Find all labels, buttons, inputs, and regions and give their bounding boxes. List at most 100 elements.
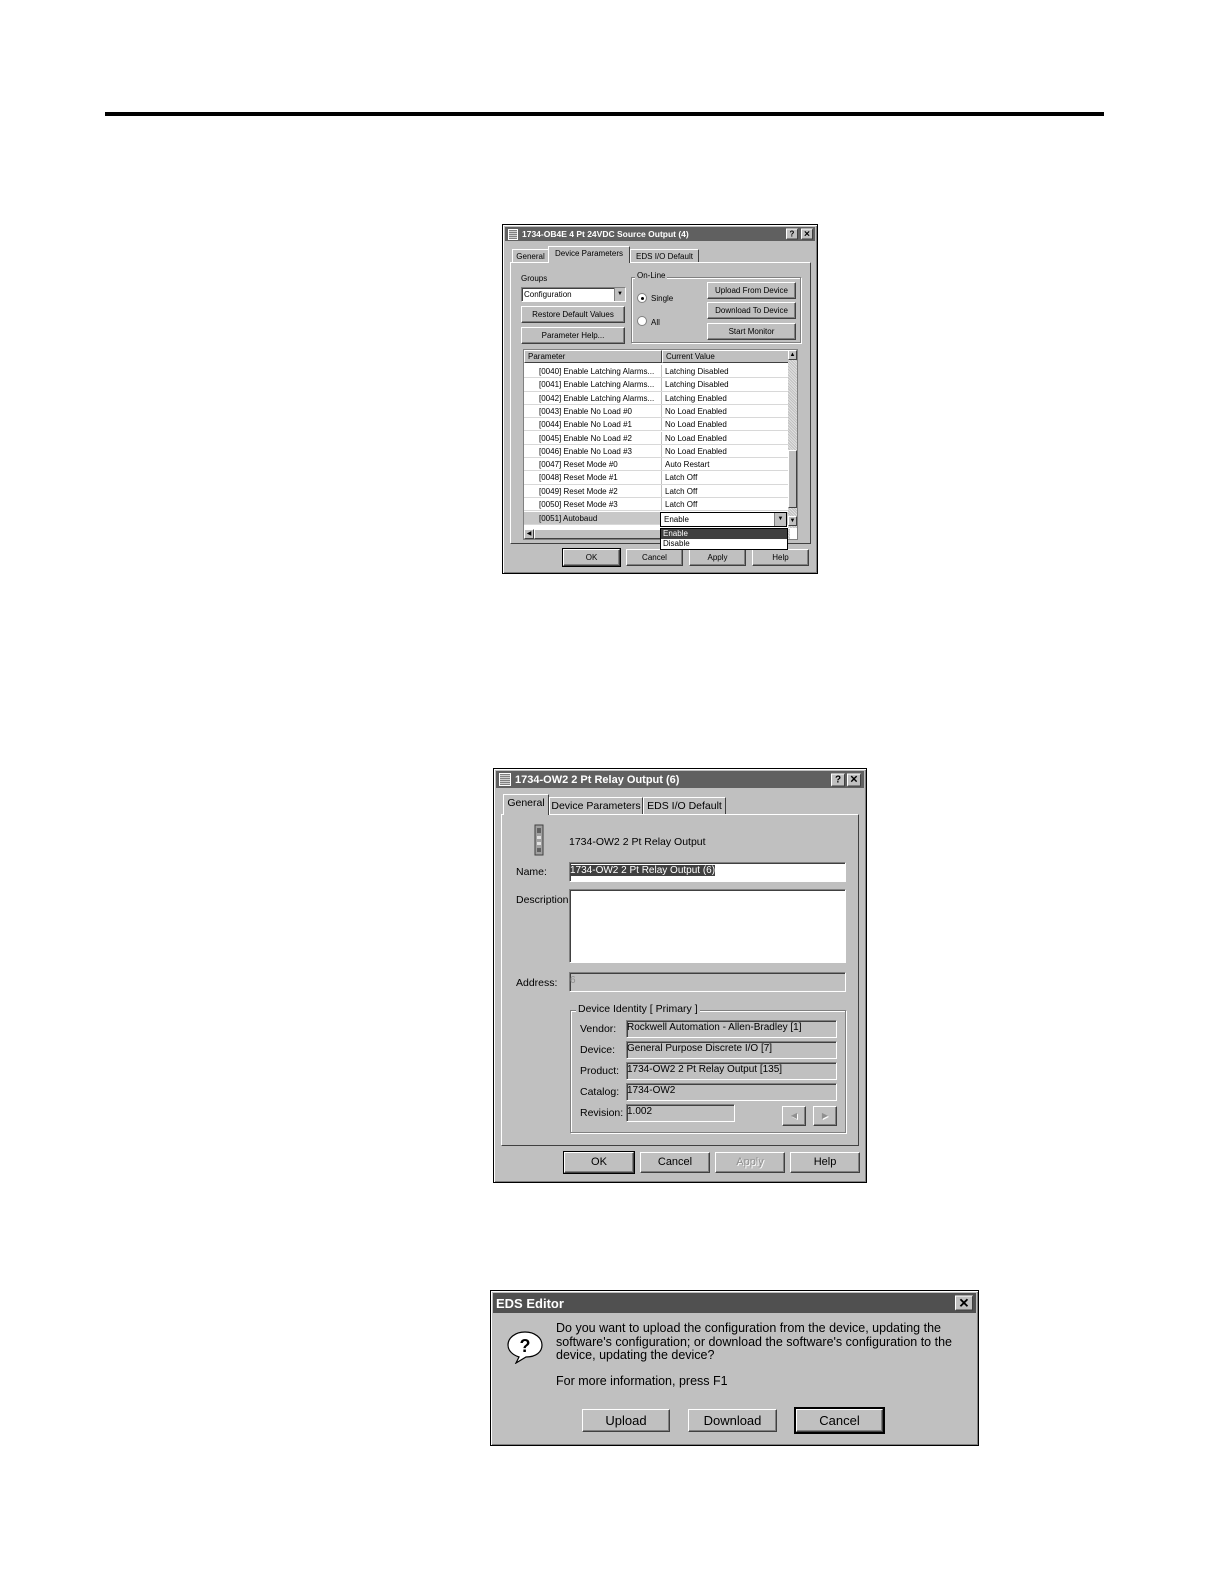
table-row[interactable]: [0043] Enable No Load #0 No Load Enabled (524, 404, 790, 419)
next-identity-icon[interactable]: ▶ (813, 1106, 837, 1126)
apply-button[interactable]: Apply (689, 549, 746, 566)
revision-field: 1.002 (626, 1104, 735, 1122)
scroll-down-icon[interactable]: ▼ (788, 516, 797, 526)
tab-device-parameters[interactable]: Device Parameters (549, 797, 643, 814)
param-cell: [0050] Reset Mode #3 (524, 498, 662, 511)
table-row[interactable]: [0047] Reset Mode #0 Auto Restart (524, 458, 790, 472)
value-cell[interactable]: No Load Enabled (662, 405, 790, 417)
param-cell: [0041] Enable Latching Alarms... (524, 378, 662, 391)
table-row[interactable]: [0048] Reset Mode #1 Latch Off (524, 471, 790, 485)
value-cell[interactable]: Latching Disabled (662, 378, 790, 390)
vendor-label: Vendor: (580, 1023, 617, 1035)
scroll-thumb[interactable] (788, 450, 797, 508)
context-help-button[interactable]: ? (831, 773, 845, 786)
title-bar: 1734-OB4E 4 Pt 24VDC Source Output (4) ?… (505, 227, 815, 241)
scroll-left-icon[interactable]: ◀ (524, 529, 534, 539)
name-field-value: 1734-OW2 2 Pt Relay Output (6) (570, 865, 716, 876)
tab-eds-io-default[interactable]: EDS I/O Default (643, 797, 726, 814)
start-monitor-button[interactable]: Start Monitor (707, 323, 796, 340)
column-header-parameter[interactable]: Parameter (524, 350, 662, 363)
value-dropdown-text: Enable (664, 515, 689, 524)
description-field[interactable] (569, 889, 846, 963)
groups-select[interactable]: Configuration ▼ (521, 287, 626, 302)
grid-header: Parameter Current Value (524, 350, 790, 363)
scroll-up-icon[interactable]: ▲ (788, 350, 797, 360)
table-row[interactable]: [0040] Enable Latching Alarms... Latching… (524, 365, 790, 379)
value-cell[interactable]: No Load Enabled (662, 418, 790, 430)
revision-label: Revision: (580, 1107, 624, 1119)
download-button[interactable]: Download (688, 1409, 777, 1432)
value-cell[interactable]: Latch Off (662, 498, 790, 510)
device-label: Device: (580, 1044, 616, 1056)
column-header-current-value[interactable]: Current Value (662, 350, 790, 363)
title-bar: 1734-OW2 2 Pt Relay Output (6) ? ✕ (496, 771, 864, 788)
table-row[interactable]: [0049] Reset Mode #2 Latch Off (524, 484, 790, 498)
close-button[interactable]: ✕ (955, 1295, 973, 1311)
tab-general[interactable]: General (503, 794, 549, 815)
cancel-button[interactable]: Cancel (640, 1152, 710, 1173)
radio-single-label: Single (651, 294, 674, 303)
value-cell[interactable]: Latch Off (662, 471, 790, 483)
param-cell: [0048] Reset Mode #1 (524, 471, 662, 484)
device-field: General Purpose Discrete I/O [7] (626, 1041, 837, 1059)
option-enable[interactable]: Enable (661, 529, 787, 539)
product-field: 1734-OW2 2 Pt Relay Output [135] (626, 1062, 837, 1080)
table-row[interactable]: [0045] Enable No Load #2 No Load Enabled (524, 431, 790, 445)
radio-single[interactable] (637, 293, 647, 303)
ok-button[interactable]: OK (562, 548, 621, 567)
param-cell: [0046] Enable No Load #3 (524, 444, 662, 458)
close-button[interactable]: ✕ (847, 773, 861, 786)
close-button[interactable]: ✕ (801, 228, 813, 240)
parameter-help-button[interactable]: Parameter Help... (521, 327, 625, 344)
vendor-field: Rockwell Automation - Allen-Bradley [1] (626, 1020, 837, 1038)
download-to-device-button[interactable]: Download To Device (707, 302, 796, 319)
value-cell[interactable]: Auto Restart (662, 458, 790, 470)
apply-button[interactable]: Apply (715, 1152, 785, 1173)
description-label: Description: (516, 894, 572, 906)
context-help-button[interactable]: ? (786, 228, 798, 240)
table-row[interactable]: [0046] Enable No Load #3 No Load Enabled (524, 444, 790, 459)
value-cell[interactable]: Latching Enabled (662, 392, 790, 404)
help-button[interactable]: Help (790, 1152, 860, 1173)
groups-select-value: Configuration (524, 290, 572, 299)
table-row[interactable]: [0050] Reset Mode #3 Latch Off (524, 498, 790, 512)
restore-defaults-button[interactable]: Restore Default Values (521, 306, 625, 323)
value-cell[interactable]: No Load Enabled (662, 432, 790, 444)
upload-button[interactable]: Upload (582, 1409, 670, 1432)
option-disable[interactable]: Disable (661, 539, 787, 549)
groups-label: Groups (521, 274, 548, 283)
chevron-down-icon[interactable]: ▼ (614, 288, 625, 301)
value-cell[interactable]: No Load Enabled (662, 445, 790, 457)
device-identity-title: Device Identity [ Primary ] (576, 1003, 700, 1015)
table-row[interactable]: [0042] Enable Latching Alarms... Latching… (524, 391, 790, 405)
catalog-field: 1734-OW2 (626, 1083, 837, 1101)
value-cell[interactable]: Latching Disabled (662, 365, 790, 377)
radio-all[interactable] (637, 316, 647, 326)
cancel-button[interactable]: Cancel (626, 549, 683, 566)
product-label: Product: (580, 1065, 620, 1077)
value-cell[interactable]: Latch Off (662, 485, 790, 497)
table-row[interactable]: [0041] Enable Latching Alarms... Latching… (524, 378, 790, 392)
cancel-button[interactable]: Cancel (794, 1407, 885, 1434)
radio-all-label: All (651, 318, 660, 327)
chevron-down-icon[interactable]: ▼ (774, 513, 786, 526)
ok-button[interactable]: OK (563, 1151, 635, 1174)
address-label: Address: (516, 977, 558, 989)
upload-from-device-button[interactable]: Upload From Device (707, 282, 796, 299)
help-button[interactable]: Help (752, 549, 809, 566)
name-field[interactable]: 1734-OW2 2 Pt Relay Output (6) (569, 862, 846, 882)
tab-device-parameters[interactable]: Device Parameters (548, 246, 630, 263)
address-field[interactable]: 6 (569, 972, 846, 992)
value-dropdown[interactable]: Enable ▼ (660, 512, 787, 527)
dialog-title: EDS Editor (496, 1295, 564, 1311)
param-cell: [0040] Enable Latching Alarms... (524, 365, 662, 378)
previous-identity-icon[interactable]: ◀ (782, 1106, 806, 1126)
tab-eds-io-default[interactable]: EDS I/O Default (630, 249, 699, 262)
param-cell: [0044] Enable No Load #1 (524, 418, 662, 431)
hscroll-thumb[interactable] (534, 529, 662, 539)
question-icon: ? (507, 1331, 543, 1364)
table-row[interactable]: [0044] Enable No Load #1 No Load Enabled (524, 418, 790, 432)
page-header-rule (105, 112, 1104, 116)
tab-general[interactable]: General (512, 249, 549, 262)
name-label: Name: (516, 866, 547, 878)
